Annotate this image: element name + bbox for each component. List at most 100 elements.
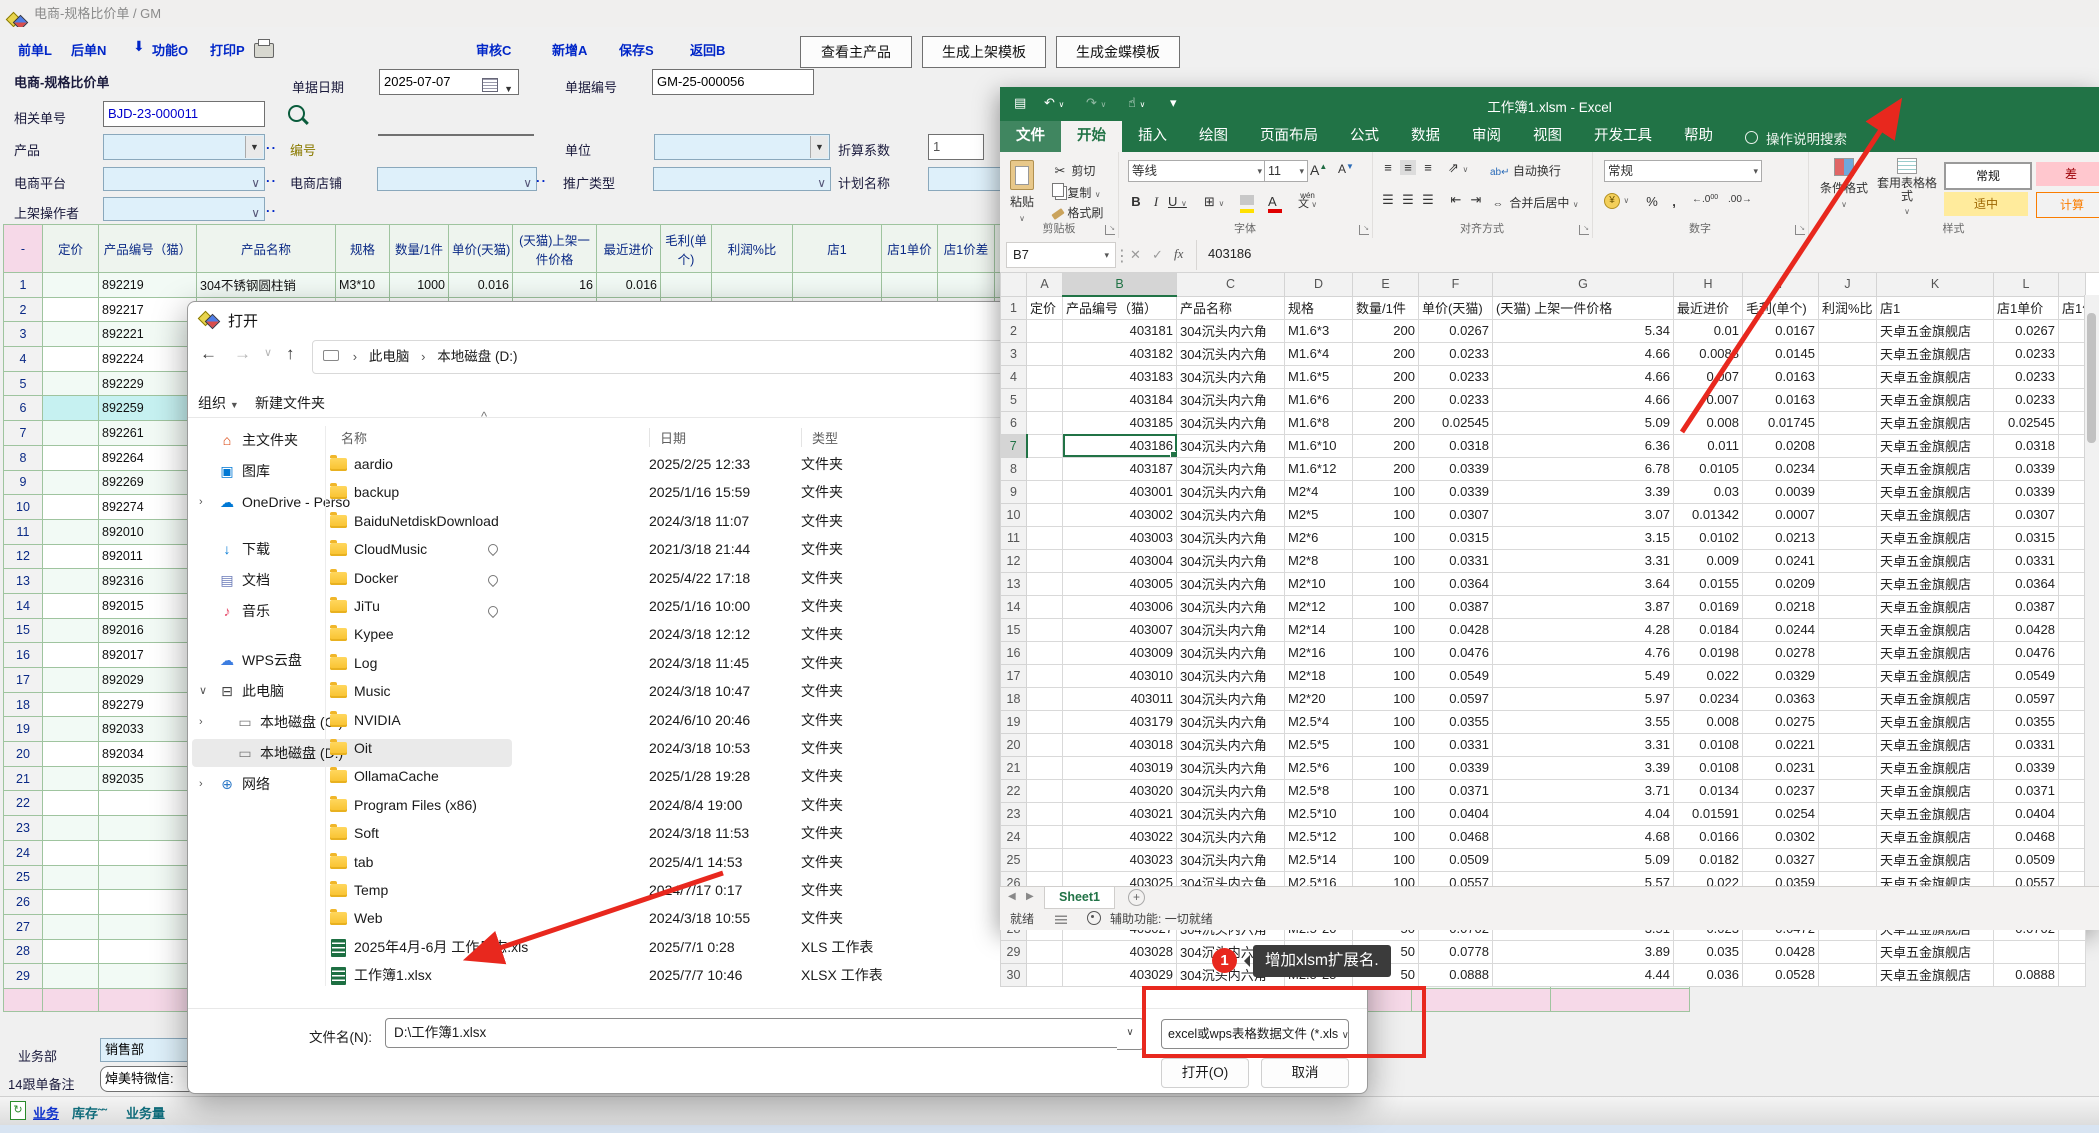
shop-more-button[interactable]: .. [536,170,547,185]
excel-cell[interactable]: 304沉头内六角 [1177,641,1285,664]
excel-cell[interactable]: 3.07 [1493,503,1674,526]
excel-cell[interactable]: 4.66 [1493,365,1674,388]
excel-cell[interactable]: 403010 [1063,664,1177,687]
excel-cell[interactable]: M2.5*14 [1285,848,1353,871]
related-no-input[interactable]: BJD-23-000011 [103,101,265,127]
excel-cell[interactable]: 0.0307 [1419,503,1493,526]
erp-row-number[interactable]: 27 [4,914,43,939]
excel-cell[interactable]: 天卓五金旗舰店 [1877,595,1994,618]
excel-cell[interactable]: 0.0166 [1674,825,1743,848]
product-more-button[interactable]: .. [266,137,277,152]
erp-menu-next[interactable]: 后单N [71,40,106,59]
excel-cell[interactable]: 0.0254 [1743,802,1819,825]
excel-cell[interactable]: 100 [1353,848,1419,871]
excel-cell[interactable]: 403184 [1063,388,1177,411]
excel-cell[interactable]: 0.01 [1674,319,1743,342]
erp-cell-code[interactable]: 892010 [99,519,197,544]
history-chevron-icon[interactable]: ∨ [264,346,272,359]
cell-style-neutral[interactable]: 适中 [1944,192,2028,216]
excel-row-number[interactable]: 14 [1001,595,1027,618]
excel-cell[interactable]: 3.15 [1493,526,1674,549]
excel-cell[interactable]: 0.0221 [1743,733,1819,756]
excel-column-header[interactable]: K [1877,273,1994,297]
excel-row-number[interactable]: 30 [1001,963,1027,986]
erp-cell-code[interactable]: 892034 [99,742,197,767]
excel-cell[interactable]: 天卓五金旗舰店 [1877,664,1994,687]
excel-cell[interactable]: M2.5*4 [1285,710,1353,733]
comma-style-icon[interactable]: , [1666,194,1682,209]
excel-cell[interactable]: 天卓五金旗舰店 [1877,388,1994,411]
excel-cell[interactable]: 0.0371 [1994,779,2059,802]
excel-cell[interactable]: 100 [1353,480,1419,503]
erp-cell-code[interactable]: 892033 [99,717,197,742]
excel-cell[interactable]: 3.64 [1493,572,1674,595]
excel-cell[interactable]: M1.6*12 [1285,457,1353,480]
erp-cell-code[interactable]: 892261 [99,421,197,446]
excel-row-number[interactable]: 2 [1001,319,1027,342]
excel-row-number[interactable]: 18 [1001,687,1027,710]
erp-row-number[interactable]: 13 [4,569,43,594]
excel-cell[interactable]: 3.71 [1493,779,1674,802]
excel-column-header[interactable]: I [1743,273,1819,297]
sort-indicator[interactable]: ^ [481,409,487,424]
excel-cell[interactable]: 0.0163 [1743,365,1819,388]
bold-button[interactable]: B [1128,194,1144,209]
excel-row-number[interactable]: 12 [1001,549,1027,572]
excel-cell[interactable]: 4.66 [1493,342,1674,365]
format-as-table-button[interactable]: 套用表格格式∨ [1876,158,1938,217]
erp-row-number[interactable]: 10 [4,495,43,520]
erp-cell-code[interactable]: 892274 [99,495,197,520]
excel-row-number[interactable]: 5 [1001,388,1027,411]
excel-column-header[interactable]: E [1353,273,1419,297]
excel-cell[interactable]: 0.0307 [1994,503,2059,526]
cell-style-normal[interactable]: 常规 [1944,162,2032,190]
excel-cell[interactable]: 0.0339 [1994,457,2059,480]
excel-cell[interactable]: 0.0218 [1743,595,1819,618]
erp-cell-code[interactable]: 892224 [99,347,197,372]
erp-menu-function[interactable]: 功能O [152,40,188,59]
excel-cell[interactable]: 0.0778 [1419,940,1493,963]
open-button[interactable]: 打开(O) [1161,1058,1249,1088]
merge-center-button[interactable]: ⇔ 合并后居中 ∨ [1490,194,1579,211]
excel-cell[interactable]: 0.02545 [1419,411,1493,434]
excel-cell[interactable]: 403006 [1063,595,1177,618]
excel-cell[interactable]: 0.0387 [1994,595,2059,618]
excel-row-number[interactable]: 29 [1001,940,1027,963]
excel-cell[interactable]: 0.008 [1674,411,1743,434]
excel-cell[interactable]: 0.0339 [1419,756,1493,779]
erp-cell-code[interactable] [99,816,197,841]
erp-row-number[interactable]: 15 [4,618,43,643]
excel-cell[interactable]: 304沉头内六角 [1177,779,1285,802]
ribbon-tab[interactable]: 公式 [1334,121,1395,152]
column-date[interactable]: 日期 [649,428,686,447]
excel-cell[interactable]: 304沉头内六角 [1177,595,1285,618]
excel-cell[interactable]: 100 [1353,779,1419,802]
excel-cell[interactable]: 0.0007 [1743,503,1819,526]
erp-cell-code[interactable]: 892259 [99,396,197,421]
excel-cell[interactable]: 403028 [1063,940,1177,963]
excel-cell[interactable]: 0.0108 [1674,756,1743,779]
calendar-dropdown-icon[interactable]: ▼ [504,77,513,95]
erp-menu-print[interactable]: 打印P [210,40,245,59]
excel-row-number[interactable]: 8 [1001,457,1027,480]
excel-cell[interactable]: 200 [1353,319,1419,342]
excel-cell[interactable]: 0.0888 [1419,963,1493,986]
excel-cell[interactable]: M2*5 [1285,503,1353,526]
dialog-launcher-icon[interactable]: ↘ [1795,225,1805,235]
excel-cell[interactable]: 0.0315 [1419,526,1493,549]
excel-cell[interactable]: 0.0209 [1743,572,1819,595]
excel-cell[interactable]: M2.5*12 [1285,825,1353,848]
excel-cell[interactable]: 0.0167 [1743,319,1819,342]
excel-cell[interactable]: 0.0267 [1994,319,2059,342]
ribbon-tab[interactable]: 开发工具 [1578,121,1668,152]
excel-cell[interactable]: 304沉头内六角 [1177,503,1285,526]
excel-cell[interactable]: 304沉头内六角 [1177,434,1285,457]
filename-input[interactable]: D:\工作簿1.xlsx [385,1018,1125,1048]
increase-indent-icon[interactable]: ⇥ [1468,192,1484,208]
excel-row-number[interactable]: 9 [1001,480,1027,503]
erp-row-number[interactable]: 24 [4,840,43,865]
excel-row-number[interactable]: 6 [1001,411,1027,434]
excel-cell[interactable]: 0.0267 [1419,319,1493,342]
align-right-icon[interactable]: ☰ [1420,192,1436,208]
excel-cell[interactable]: 5.09 [1493,848,1674,871]
